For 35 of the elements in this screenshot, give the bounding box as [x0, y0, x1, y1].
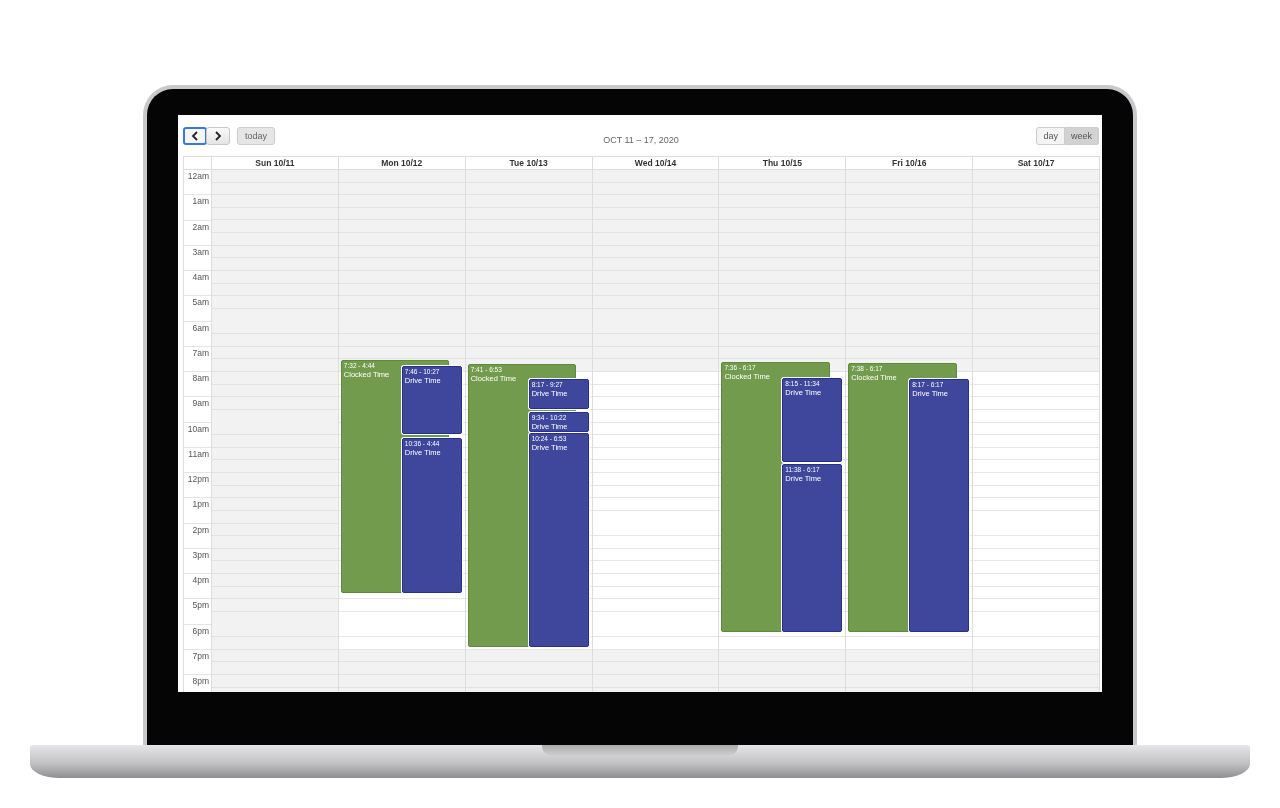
hour-label: 7am	[192, 347, 209, 358]
view-tab[interactable]: day	[1036, 127, 1065, 145]
day-header: Fri 10/16	[845, 157, 973, 169]
day-header: Sat 10/17	[972, 157, 1099, 169]
hour-label: 1am	[192, 196, 209, 207]
hour-label: 5am	[192, 297, 209, 308]
hour-label: 9am	[192, 398, 209, 409]
hour-label: 2pm	[192, 524, 209, 535]
chevron-right-icon	[214, 131, 222, 141]
day-header: Sun 10/11	[211, 157, 338, 169]
date-range-title: OCT 11 – 17, 2020	[603, 135, 679, 145]
day-header: Mon 10/12	[337, 157, 465, 169]
hour-label: 12pm	[187, 474, 209, 484]
hour-label: 5pm	[192, 600, 209, 611]
hour-label: 4pm	[192, 575, 209, 585]
next-button[interactable]	[206, 127, 230, 145]
hour-label: 11am	[188, 448, 209, 459]
hour-label: 7pm	[192, 650, 209, 661]
day-header: Wed 10/14	[591, 157, 719, 169]
previous-button[interactable]	[183, 127, 207, 145]
view-tab[interactable]: week	[1065, 127, 1099, 145]
hour-label: 3pm	[192, 549, 209, 560]
hour-label: 10am	[187, 423, 209, 434]
hour-label: 2am	[192, 221, 209, 232]
hour-label: 12am	[187, 171, 209, 181]
hour-label: 6pm	[192, 625, 209, 636]
day-header: Thu 10/15	[718, 157, 846, 169]
chevron-left-icon	[191, 131, 199, 141]
hour-label: 8am	[192, 373, 209, 383]
day-header: Tue 10/13	[464, 157, 592, 169]
hour-label: 3am	[192, 246, 209, 257]
hour-label: 1pm	[192, 499, 209, 510]
hour-label: 6am	[192, 322, 209, 333]
hour-label: 8pm	[192, 676, 209, 686]
hour-label: 4am	[192, 272, 209, 282]
